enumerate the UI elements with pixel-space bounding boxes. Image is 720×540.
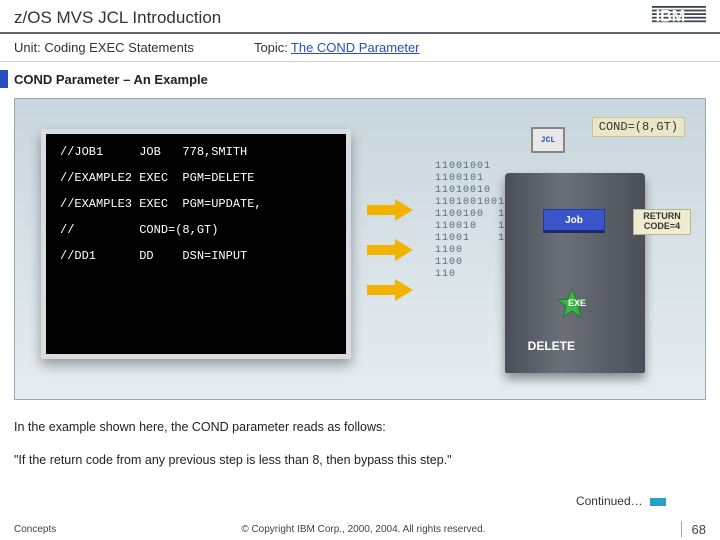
section-heading: COND Parameter – An Example — [0, 70, 720, 88]
sub-header: Unit: Coding EXEC Statements Topic: The … — [0, 36, 720, 61]
explanation-line: "If the return code from any previous st… — [14, 451, 706, 470]
heading-marker — [0, 70, 8, 88]
code-terminal: //JOB1 JOB 778,SMITH //EXAMPLE2 EXEC PGM… — [41, 129, 351, 359]
code-line: //EXAMPLE3 EXEC PGM=UPDATE, — [60, 198, 336, 210]
unit-label: Unit: Coding EXEC Statements — [14, 40, 194, 55]
exe-label: EXE — [568, 298, 586, 308]
divider — [0, 32, 720, 34]
ibm-text: IBM — [656, 7, 686, 25]
return-code-tag: RETURN CODE=4 — [633, 209, 691, 235]
server-tower-graphic — [505, 173, 645, 373]
footer-copyright: © Copyright IBM Corp., 2000, 2004. All r… — [56, 524, 670, 535]
jcl-screen-graphic: JCL — [531, 127, 565, 153]
divider — [0, 61, 720, 62]
page-title: z/OS MVS JCL Introduction — [0, 0, 720, 32]
footer: Concepts © Copyright IBM Corp., 2000, 20… — [0, 518, 720, 540]
continued-label: Continued… — [576, 494, 666, 508]
explanation-line: In the example shown here, the COND para… — [14, 418, 706, 437]
arrow-icon — [367, 199, 413, 221]
explanation-block: In the example shown here, the COND para… — [14, 418, 706, 470]
topic-label: Topic: — [254, 40, 288, 55]
footer-left: Concepts — [14, 524, 56, 535]
ibm-logo: IBM — [652, 4, 706, 26]
illustration-panel: COND=(8,GT) 11001001 1100101 11010010 11… — [14, 98, 706, 400]
code-line: //EXAMPLE2 EXEC PGM=DELETE — [60, 172, 336, 184]
code-line: // COND=(8,GT) — [60, 224, 336, 236]
arrow-icon — [367, 239, 413, 261]
delete-label: DELETE — [528, 339, 575, 353]
code-line: //DD1 DD DSN=INPUT — [60, 250, 336, 262]
slide: z/OS MVS JCL Introduction IBM Unit: Codi… — [0, 0, 720, 540]
section-title: COND Parameter – An Example — [14, 72, 208, 87]
job-box: Job — [543, 209, 605, 233]
page-number: 68 — [692, 522, 706, 537]
arrow-icon — [367, 279, 413, 301]
footer-separator — [681, 521, 682, 537]
cond-badge: COND=(8,GT) — [592, 117, 685, 137]
code-line: //JOB1 JOB 778,SMITH — [60, 146, 336, 158]
topic-value: The COND Parameter — [291, 40, 420, 55]
continued-chip-icon — [650, 498, 666, 506]
